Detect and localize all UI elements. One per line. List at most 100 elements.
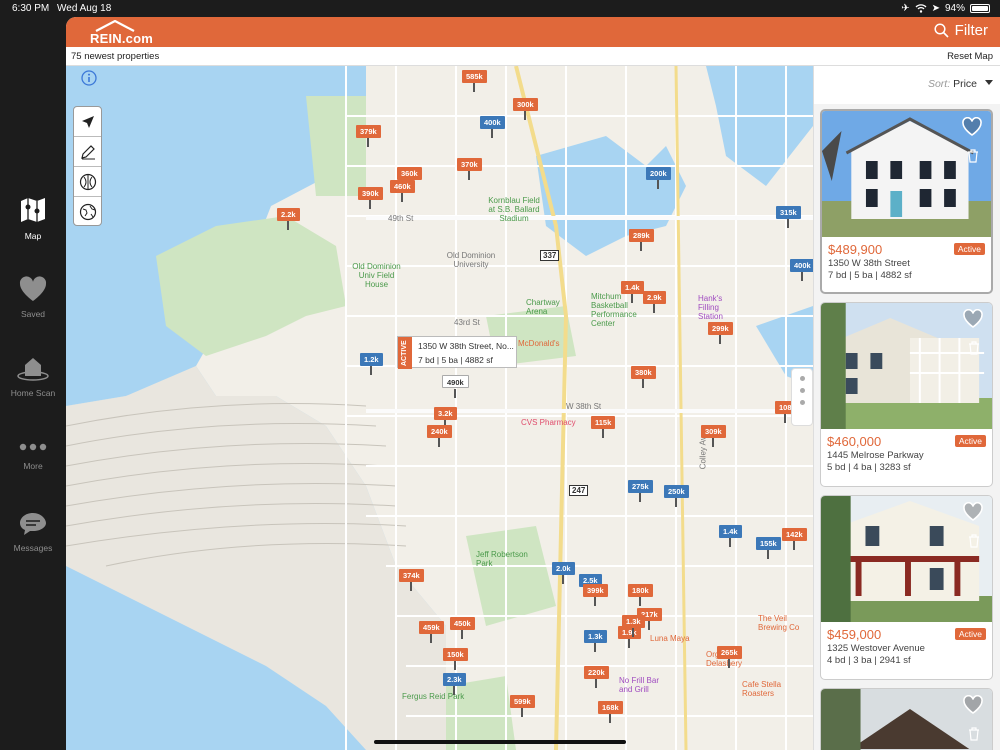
map-pin[interactable]: 299k — [708, 322, 733, 344]
map-pin[interactable]: 460k — [390, 180, 415, 202]
map-pin[interactable]: 275k — [628, 480, 653, 502]
heart-icon[interactable] — [962, 309, 984, 329]
map-pin[interactable]: 599k — [510, 695, 535, 717]
map-pin[interactable]: 2.2k — [277, 208, 300, 230]
listing-address: 1445 Melrose Parkway — [827, 450, 924, 461]
map-pin[interactable]: 370k — [457, 158, 482, 180]
locate-button[interactable] — [74, 107, 101, 137]
map-pin[interactable]: 265k — [717, 646, 742, 668]
map-pin[interactable]: 380k — [631, 366, 656, 388]
popup-status: ACTIVE — [398, 337, 412, 369]
popup-address: 1350 W 38th Street, No... — [418, 341, 514, 351]
listing-card[interactable]: $460,000 Active 1445 Melrose Parkway 5 b… — [820, 302, 993, 487]
sort-value: Price — [953, 78, 977, 90]
map-pin[interactable]: 400k — [790, 259, 813, 281]
map-pin[interactable]: 1.2k — [360, 353, 383, 375]
map-pin[interactable]: 379k — [356, 125, 381, 147]
map-label-nofrill: No Frill Bar and Grill — [619, 676, 660, 694]
trash-icon[interactable] — [967, 149, 979, 163]
listing-card[interactable]: $489,900 Active 1350 W 38th Street 7 bd … — [820, 109, 993, 294]
map-type-button[interactable] — [74, 167, 101, 197]
map-pin[interactable]: 390k — [358, 187, 383, 209]
map-pin[interactable]: 180k — [628, 584, 653, 606]
battery-percent: 94% — [944, 3, 965, 14]
route-247-shield: 247 — [569, 485, 589, 496]
map-pin[interactable]: 115k — [591, 416, 616, 438]
map-pin[interactable]: 3.2k — [434, 407, 457, 429]
selected-map-pin[interactable]: 490k — [442, 375, 469, 398]
trash-icon[interactable] — [968, 341, 980, 355]
map-pin[interactable]: 150k — [443, 648, 468, 670]
map-pin[interactable]: 450k — [450, 617, 475, 639]
map-view[interactable]: Kornblau Field at S.B. Ballard Stadium O… — [66, 66, 813, 750]
sidebar-label-saved: Saved — [20, 309, 46, 319]
list-drag-handle[interactable] — [791, 368, 813, 426]
map-label-luna: Luna Maya — [650, 634, 690, 643]
map-pin[interactable]: 142k — [782, 528, 807, 550]
map-pin[interactable]: 200k — [646, 167, 671, 189]
map-label-veil: The Veil Brewing Co — [758, 614, 800, 632]
map-pin[interactable]: 399k — [583, 584, 608, 606]
map-pin[interactable]: 309k — [701, 425, 726, 447]
map-label-43rd: 43rd St — [454, 318, 480, 327]
trash-icon[interactable] — [968, 727, 980, 741]
trash-icon[interactable] — [968, 534, 980, 548]
reset-map-button[interactable]: Reset Map — [947, 51, 993, 62]
sidebar-item-home-scan[interactable]: Home Scan — [0, 352, 66, 398]
wifi-icon — [915, 4, 927, 13]
draw-button[interactable] — [74, 137, 101, 167]
map-pin[interactable]: 1.3k — [584, 630, 607, 652]
map-pin[interactable]: 315k — [776, 206, 801, 228]
map-label-odu-field: Old Dominion Univ Field House — [352, 262, 401, 289]
sidebar-item-messages[interactable]: Messages — [0, 511, 66, 553]
listing-card[interactable]: $459,000 Active 1325 Westover Avenue 4 b… — [820, 495, 993, 680]
heart-icon[interactable] — [962, 502, 984, 522]
sidebar-item-saved[interactable]: Saved — [0, 275, 66, 319]
map-pin[interactable]: 155k — [756, 537, 781, 559]
sidebar-item-more[interactable]: More — [0, 439, 66, 471]
map-pin[interactable]: 2.3k — [443, 673, 466, 695]
status-badge: Active — [953, 243, 985, 255]
sidebar-item-map[interactable]: Map — [0, 195, 66, 241]
map-pin[interactable]: 400k — [480, 116, 505, 138]
listing-price: $459,000 — [827, 627, 882, 642]
map-label-mcdonalds: McDonald's — [518, 339, 560, 348]
listing-list[interactable]: Sort: Price $489,900 Active 1350 W 38th … — [813, 66, 1000, 750]
map-pin[interactable]: 289k — [629, 229, 654, 251]
selected-listing-popup[interactable]: ACTIVE 1350 W 38th Street, No... 7 bd | … — [397, 336, 517, 369]
map-label-kornblau: Kornblau Field at S.B. Ballard Stadium — [488, 196, 540, 223]
map-pin[interactable]: 250k — [664, 485, 689, 507]
map-pin[interactable]: 240k — [427, 425, 452, 447]
map-pin[interactable]: 374k — [399, 569, 424, 591]
map-pin[interactable]: 2.0k — [552, 562, 575, 584]
map-pin[interactable]: 220k — [584, 666, 609, 688]
results-bar: 75 newest properties Reset Map — [66, 47, 1000, 66]
airplane-icon: ✈ — [901, 3, 910, 14]
status-badge: Active — [954, 628, 986, 640]
globe-button[interactable] — [74, 197, 101, 227]
property-count: 75 newest properties — [71, 51, 160, 62]
sort-control[interactable]: Sort: Price — [814, 66, 1000, 104]
more-icon — [19, 443, 47, 451]
map-pin[interactable]: 1.3k — [622, 615, 645, 637]
map-pin[interactable]: 2.9k — [643, 291, 666, 313]
map-pin[interactable]: 360k — [397, 167, 422, 189]
rein-logo[interactable]: REIN.com — [90, 20, 160, 46]
listing-details: 4 bd | 3 ba | 2941 sf — [827, 655, 911, 666]
info-button[interactable] — [81, 70, 97, 91]
map-pin[interactable]: 459k — [419, 621, 444, 643]
map-pin[interactable]: 1.4k — [719, 525, 742, 547]
map-pin[interactable]: 300k — [513, 98, 538, 120]
filter-button[interactable]: Filter — [934, 22, 988, 39]
listing-address: 1350 W 38th Street — [828, 258, 910, 269]
status-indicators: ✈ ➤ 94% — [901, 3, 990, 14]
listing-card[interactable] — [820, 688, 993, 750]
map-label-hanks: Hank's Filling Station — [698, 294, 723, 321]
map-pin[interactable]: 168k — [598, 701, 623, 723]
map-pin[interactable]: 1.4k — [621, 281, 644, 303]
home-indicator[interactable] — [374, 740, 626, 744]
map-label-jeff: Jeff Robertson Park — [476, 550, 528, 568]
heart-icon[interactable] — [961, 117, 983, 137]
map-pin[interactable]: 585k — [462, 70, 487, 92]
heart-icon[interactable] — [962, 695, 984, 715]
